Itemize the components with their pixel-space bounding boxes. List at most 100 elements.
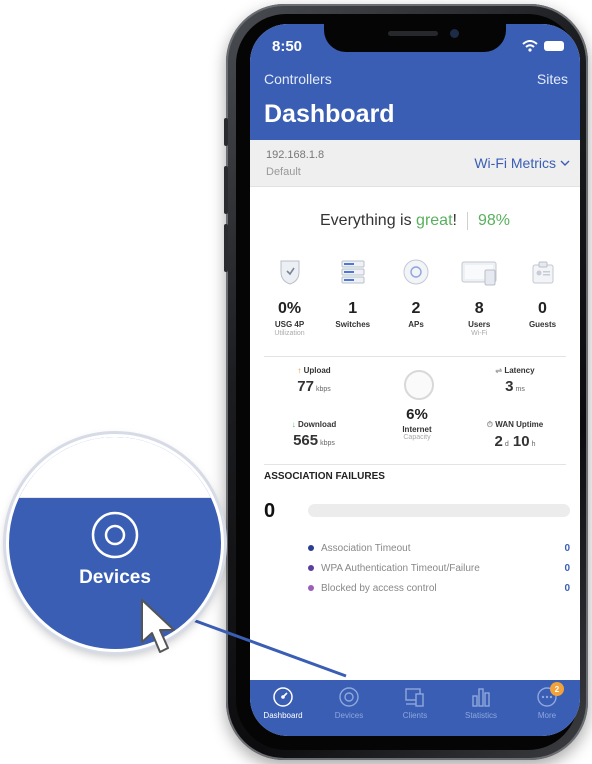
phone-notch xyxy=(324,22,506,52)
uptime-days-unit: d xyxy=(504,441,509,448)
dashboard-icon xyxy=(273,687,293,707)
devices-icon xyxy=(91,511,139,559)
site-name: Default xyxy=(266,166,301,178)
download-value: 565 xyxy=(293,432,319,449)
tab-clients[interactable]: Clients xyxy=(382,680,448,736)
phone-camera xyxy=(450,29,459,38)
legend-label: Association Timeout xyxy=(321,542,411,554)
device-label: Switches xyxy=(335,320,371,329)
page-title: Dashboard xyxy=(264,100,395,128)
legend-item: Association Timeout 0 xyxy=(308,538,570,558)
upload-value: 77 xyxy=(297,378,314,395)
phone-volume-down xyxy=(224,224,228,272)
notification-badge: 2 xyxy=(550,682,564,696)
chevron-down-icon xyxy=(560,160,570,166)
device-value: 1 xyxy=(348,300,358,317)
legend-dot xyxy=(308,585,314,591)
download-metric: ↓ Download 565 kbps xyxy=(274,420,354,449)
tab-bar: Dashboard Devices Clients Statistics Mor… xyxy=(250,680,580,736)
section-divider xyxy=(264,356,566,357)
legend-dot xyxy=(308,545,314,551)
status-icons xyxy=(522,40,564,52)
health-status: Everything is great! 98% xyxy=(250,212,580,230)
download-label: Download xyxy=(298,420,337,429)
uptime-hours-unit: h xyxy=(531,441,536,448)
gateway-icon xyxy=(280,260,299,285)
legend-item: WPA Authentication Timeout/Failure 0 xyxy=(308,558,570,578)
device-label: USG 4P xyxy=(274,320,305,329)
devices-icon xyxy=(339,687,359,707)
section-divider xyxy=(264,464,566,465)
device-users[interactable]: 8 Users Wi-Fi xyxy=(448,256,511,339)
phone-volume-up xyxy=(224,166,228,214)
legend-count: 0 xyxy=(564,562,570,574)
controllers-link[interactable]: Controllers xyxy=(264,71,332,87)
health-prefix: Everything is xyxy=(320,212,417,230)
tab-dashboard[interactable]: Dashboard xyxy=(250,680,316,736)
device-summary: 0% USG 4P Utilization 1 Switches 2 APs 8… xyxy=(258,256,574,339)
legend-dot xyxy=(308,565,314,571)
tab-label: Clients xyxy=(402,711,428,720)
access-point-icon xyxy=(403,259,429,285)
internet-percent: 6% xyxy=(406,406,428,423)
wifi-icon xyxy=(522,40,538,52)
cursor-arrow-icon xyxy=(141,599,175,653)
uptime-days: 2 xyxy=(494,433,503,450)
phone-speaker xyxy=(388,31,438,36)
legend-label: Blocked by access control xyxy=(321,582,437,594)
health-percent: 98% xyxy=(477,212,510,230)
device-label: Users xyxy=(468,320,491,329)
association-legend: Association Timeout 0 WPA Authentication… xyxy=(308,538,570,598)
latency-label: Latency xyxy=(504,366,535,375)
legend-count: 0 xyxy=(564,542,570,554)
phone-screen: 8:50 Controllers Sites Dashboard 192.168… xyxy=(250,24,580,736)
device-gateway[interactable]: 0% USG 4P Utilization xyxy=(258,256,321,339)
latency-unit: ms xyxy=(515,386,525,393)
phone-side-button xyxy=(224,118,228,146)
upload-label: Upload xyxy=(303,366,331,375)
device-value: 8 xyxy=(474,300,484,317)
association-total: 0 xyxy=(264,500,276,522)
upload-unit: kbps xyxy=(315,386,331,393)
device-sub xyxy=(321,330,384,339)
tab-statistics[interactable]: Statistics xyxy=(448,680,514,736)
capacity-gauge-icon xyxy=(404,370,434,400)
tab-devices[interactable]: Devices xyxy=(316,680,382,736)
latency-icon: ⇌ xyxy=(495,366,503,375)
status-time: 8:50 xyxy=(272,38,303,55)
device-sub xyxy=(385,330,448,339)
metrics-selector-label: Wi-Fi Metrics xyxy=(474,155,556,171)
legend-count: 0 xyxy=(564,582,570,594)
device-label: APs xyxy=(408,320,424,329)
tab-label: Devices xyxy=(334,711,364,720)
device-switches[interactable]: 1 Switches xyxy=(321,256,384,339)
device-aps[interactable]: 2 APs xyxy=(385,256,448,339)
latency-metric: ⇌ Latency 3 ms xyxy=(474,366,556,395)
tab-label: Dashboard xyxy=(263,711,303,720)
health-word: great xyxy=(416,212,453,230)
internet-sub: Capacity xyxy=(403,434,431,441)
site-bar: 192.168.1.8 Default Wi-Fi Metrics xyxy=(250,140,580,187)
device-value: 0% xyxy=(277,300,302,317)
device-sub xyxy=(511,330,574,339)
clients-icon xyxy=(405,688,424,707)
device-guests[interactable]: 0 Guests xyxy=(511,256,574,339)
legend-label: WPA Authentication Timeout/Failure xyxy=(321,562,480,574)
switch-icon xyxy=(341,260,365,284)
internet-label: Internet xyxy=(402,425,432,434)
arrow-down-icon: ↓ xyxy=(291,420,296,429)
site-ip: 192.168.1.8 xyxy=(266,149,325,161)
device-value: 2 xyxy=(411,300,421,317)
sites-link[interactable]: Sites xyxy=(537,71,568,87)
statistics-icon xyxy=(472,688,490,707)
tab-label: Statistics xyxy=(464,711,497,720)
users-icon xyxy=(461,261,497,286)
arrow-up-icon: ↑ xyxy=(297,366,302,375)
metrics-selector[interactable]: Wi-Fi Metrics xyxy=(474,155,570,171)
battery-icon xyxy=(544,41,564,51)
tab-more[interactable]: More 2 xyxy=(514,680,580,736)
legend-item: Blocked by access control 0 xyxy=(308,578,570,598)
latency-value: 3 xyxy=(505,378,514,395)
upload-metric: ↑ Upload 77 kbps xyxy=(274,366,354,395)
device-sub: Utilization xyxy=(274,330,305,337)
